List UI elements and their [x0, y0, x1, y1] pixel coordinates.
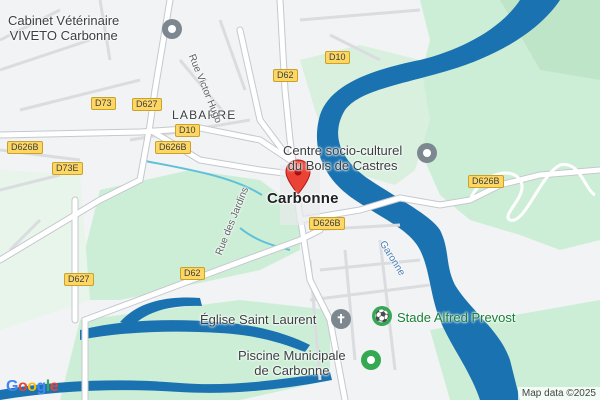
road-shield-d626b-center: D626B	[155, 141, 191, 154]
road-shield-d626b-town: D626B	[309, 217, 345, 230]
poi-label-stadium[interactable]: Stade Alfred Prevost	[397, 310, 516, 325]
poi-label-community-centre-line2: du Bois de Castres	[287, 158, 398, 173]
poi-label-veterinary[interactable]: Cabinet Vétérinaire VIVETO Carbonne	[8, 13, 119, 43]
google-logo[interactable]: Google	[6, 378, 59, 396]
poi-label-church[interactable]: Église Saint Laurent	[200, 312, 316, 327]
poi-label-veterinary-line2: VIVETO Carbonne	[9, 28, 118, 43]
road-shield-d10: D10	[325, 51, 350, 64]
district-label-labarre: LABARRE	[172, 108, 237, 122]
road-shield-d627: D627	[132, 98, 162, 111]
road-shield-d62-south: D62	[180, 267, 205, 280]
road-shield-d73e: D73E	[52, 162, 83, 175]
poi-label-pool-line1: Piscine Municipale	[238, 348, 346, 363]
poi-label-pool-line2: de Carbonne	[254, 363, 330, 378]
road-shield-d626b-west: D626B	[7, 141, 43, 154]
map-canvas[interactable]: D10 D62 D73 D627 D10 D626B D73E D626B D6…	[0, 0, 600, 400]
town-label-carbonne[interactable]: Carbonne	[267, 191, 339, 206]
pool-icon[interactable]	[361, 350, 381, 370]
stadium-icon[interactable]: ⚽	[372, 306, 392, 326]
road-shield-d627-south: D627	[64, 273, 94, 286]
vet-icon[interactable]	[162, 19, 182, 39]
google-logo-text: Google	[6, 378, 59, 395]
road-shield-d62: D62	[273, 69, 298, 82]
google-logo-letter: g	[36, 378, 47, 395]
church-icon[interactable]: ✝	[331, 309, 351, 329]
community-centre-icon[interactable]	[417, 143, 437, 163]
google-logo-letter: o	[27, 378, 37, 395]
poi-label-pool[interactable]: Piscine Municipale de Carbonne	[238, 348, 346, 378]
poi-label-veterinary-line1: Cabinet Vétérinaire	[8, 13, 120, 28]
google-logo-letter: G	[6, 378, 18, 395]
road-shield-d626b-east: D626B	[468, 175, 504, 188]
poi-label-community-centre[interactable]: Centre socio-culturel du Bois de Castres	[283, 143, 402, 173]
google-logo-letter: o	[17, 378, 28, 395]
road-shield-d73: D73	[91, 97, 116, 110]
map-attribution[interactable]: Map data ©2025	[517, 387, 600, 400]
google-logo-letter: e	[49, 378, 59, 395]
poi-label-community-centre-line1: Centre socio-culturel	[283, 143, 403, 158]
road-shield-d10-labarre: D10	[175, 124, 200, 137]
